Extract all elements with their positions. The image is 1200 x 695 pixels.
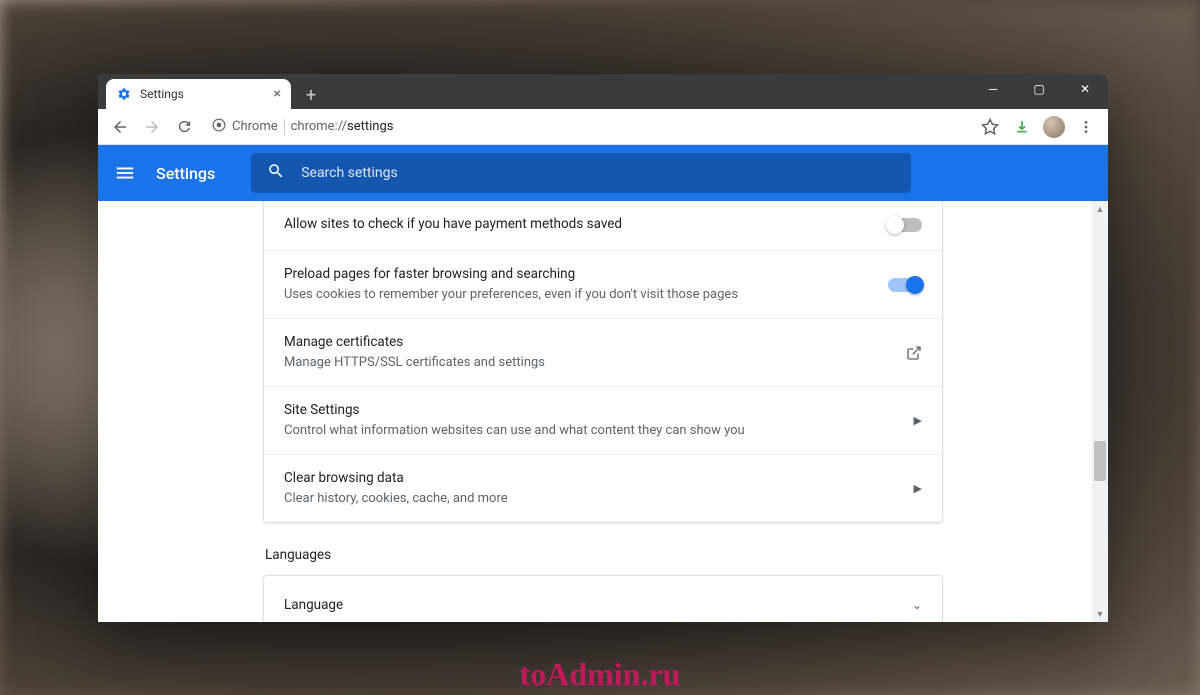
window-controls: ─ ▢ ✕ (970, 74, 1108, 104)
toggle-switch-off[interactable] (888, 218, 922, 232)
search-box[interactable] (251, 153, 911, 193)
row-title: Manage certificates (284, 333, 882, 352)
chevron-down-icon: ⌄ (882, 598, 922, 612)
new-tab-button[interactable]: + (297, 81, 325, 109)
download-icon[interactable] (1008, 113, 1036, 141)
privacy-card: Allow sites to check if you have payment… (263, 201, 943, 523)
browser-tab[interactable]: Settings × (106, 79, 291, 109)
page-title: Settings (156, 164, 215, 183)
menu-dots-icon[interactable] (1072, 113, 1100, 141)
toggle-payment[interactable] (882, 218, 922, 232)
section-languages-heading: Languages (263, 547, 943, 563)
tab-title: Settings (140, 87, 266, 101)
window-close-button[interactable]: ✕ (1062, 74, 1108, 104)
row-subtitle: Uses cookies to remember your preference… (284, 286, 882, 304)
scrollbar[interactable]: ▲ ▼ (1092, 201, 1108, 622)
url-host: Chrome (232, 119, 278, 134)
back-button[interactable] (106, 113, 134, 141)
row-title: Language (284, 596, 882, 615)
toggle-preload[interactable] (882, 278, 922, 292)
maximize-button[interactable]: ▢ (1016, 74, 1062, 104)
row-title: Preload pages for faster browsing and se… (284, 265, 882, 284)
chevron-right-icon: ▶ (882, 482, 922, 495)
search-input[interactable] (301, 165, 895, 181)
browser-window: Settings × + ─ ▢ ✕ Chrome chrome://setti… (98, 74, 1108, 622)
row-title: Allow sites to check if you have payment… (284, 215, 882, 234)
row-subtitle: Manage HTTPS/SSL certificates and settin… (284, 354, 882, 372)
site-info-icon[interactable] (212, 118, 226, 136)
forward-button[interactable] (138, 113, 166, 141)
row-site-settings[interactable]: Site Settings Control what information w… (264, 387, 942, 455)
row-title: Clear browsing data (284, 469, 882, 488)
minimize-button[interactable]: ─ (970, 74, 1016, 104)
toggle-switch-on[interactable] (888, 278, 922, 292)
chevron-right-icon: ▶ (882, 414, 922, 427)
settings-header: Settings (98, 145, 1108, 201)
reload-button[interactable] (170, 113, 198, 141)
hamburger-menu-icon[interactable] (114, 162, 136, 184)
row-manage-certificates[interactable]: Manage certificates Manage HTTPS/SSL cer… (264, 319, 942, 387)
search-icon (267, 162, 285, 184)
url-divider (284, 119, 285, 135)
row-subtitle: Clear history, cookies, cache, and more (284, 490, 882, 508)
scroll-down-arrow[interactable]: ▼ (1092, 606, 1108, 622)
close-icon[interactable]: × (274, 86, 281, 102)
profile-avatar[interactable] (1040, 113, 1068, 141)
row-preload-pages[interactable]: Preload pages for faster browsing and se… (264, 251, 942, 319)
row-subtitle: Control what information websites can us… (284, 422, 882, 440)
content-area: Allow sites to check if you have payment… (98, 201, 1108, 622)
row-language[interactable]: Language ⌄ (264, 576, 942, 622)
scrollbar-thumb[interactable] (1094, 441, 1106, 481)
external-link-icon[interactable] (882, 345, 922, 361)
bookmark-star-icon[interactable] (976, 113, 1004, 141)
titlebar: Settings × + ─ ▢ ✕ (98, 74, 1108, 109)
row-payment-methods[interactable]: Allow sites to check if you have payment… (264, 201, 942, 251)
scroll-up-arrow[interactable]: ▲ (1092, 201, 1108, 217)
row-title: Site Settings (284, 401, 882, 420)
address-bar: Chrome chrome://settings (98, 109, 1108, 145)
languages-card: Language ⌄ (263, 575, 943, 622)
row-clear-browsing-data[interactable]: Clear browsing data Clear history, cooki… (264, 455, 942, 522)
gear-icon (116, 86, 132, 102)
url-path: chrome://settings (291, 119, 394, 134)
url-box[interactable]: Chrome chrome://settings (202, 118, 972, 136)
